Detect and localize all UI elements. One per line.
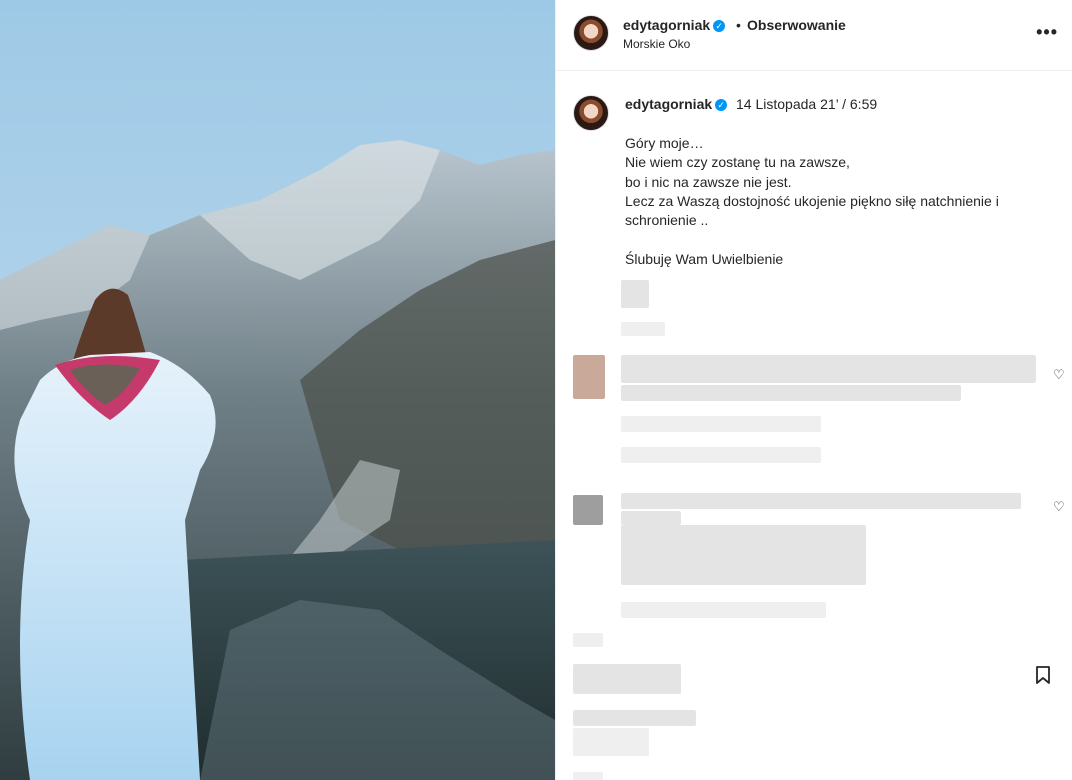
blurred-action-row <box>573 664 681 694</box>
save-bookmark-icon[interactable] <box>1036 666 1050 684</box>
blurred-element <box>621 280 649 308</box>
blurred-likes <box>573 710 696 726</box>
post-side-panel: edytagorniak ✓ • Obserwowanie Morskie Oko… <box>555 0 1072 780</box>
header-username[interactable]: edytagorniak ✓ <box>623 17 726 35</box>
blurred-element <box>621 447 821 463</box>
blurred-element <box>621 602 826 618</box>
blurred-comment-line <box>621 493 1021 509</box>
blurred-comment-line <box>621 511 681 525</box>
caption-username[interactable]: edytagorniak ✓ <box>625 96 728 114</box>
blurred-timestamp <box>573 728 649 756</box>
blurred-comment-line <box>621 385 961 401</box>
blurred-comment-line <box>621 355 1036 383</box>
caption-avatar[interactable] <box>573 95 609 131</box>
caption-verified-badge-icon: ✓ <box>715 99 728 111</box>
separator-dot: • <box>736 17 741 33</box>
caption-text: Góry moje… Nie wiem czy zostanę tu na za… <box>625 135 999 267</box>
caption-date: 14 Listopada 21’ / 6:59 <box>736 96 878 112</box>
mountain-lake-image <box>0 0 555 780</box>
location-link[interactable]: Morskie Oko <box>623 37 690 51</box>
like-comment-heart-icon[interactable]: ♡ <box>1053 499 1065 515</box>
like-comment-heart-icon[interactable]: ♡ <box>1053 367 1065 383</box>
avatar[interactable] <box>573 15 609 51</box>
blurred-avatar <box>573 495 603 525</box>
post-photo[interactable] <box>0 0 555 780</box>
blurred-element <box>621 322 665 336</box>
blurred-comment-line <box>621 525 866 585</box>
more-options-icon[interactable]: ••• <box>1036 22 1058 43</box>
blurred-element <box>573 772 603 780</box>
blurred-element <box>573 633 603 647</box>
post-header: edytagorniak ✓ • Obserwowanie Morskie Oko… <box>556 0 1072 71</box>
blurred-element <box>621 416 821 432</box>
following-button[interactable]: Obserwowanie <box>747 17 846 33</box>
blurred-avatar <box>573 355 605 399</box>
verified-badge-icon: ✓ <box>713 20 726 32</box>
username-link[interactable]: edytagorniak <box>623 17 710 33</box>
caption-username-link[interactable]: edytagorniak <box>625 96 712 112</box>
